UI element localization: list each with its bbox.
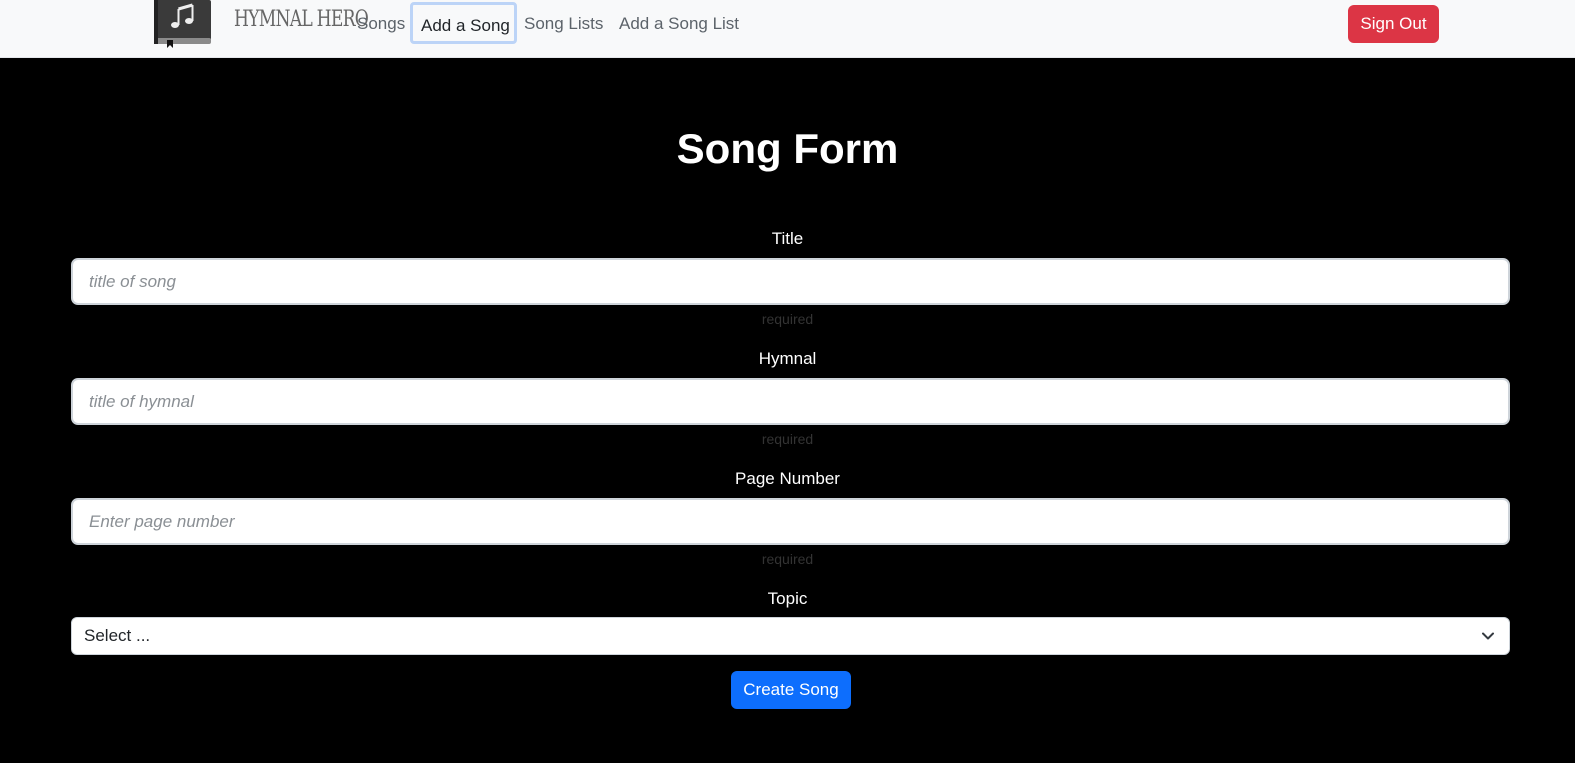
hymnal-label: Hymnal [758, 349, 817, 368]
page-number-input[interactable] [71, 498, 1510, 545]
page-number-label: Page Number [735, 469, 840, 488]
navbar: HYMNAL HERO Songs Add a Song Song Lists … [0, 0, 1575, 58]
nav-songs-link[interactable]: Songs [357, 0, 405, 48]
hymnal-input[interactable] [71, 378, 1510, 425]
brand-name[interactable]: HYMNAL HERO [234, 7, 369, 32]
topic-label: Topic [767, 589, 808, 608]
nav-song-lists-link[interactable]: Song Lists [524, 0, 603, 48]
hymnal-required-hint: required [761, 431, 814, 447]
sign-out-button[interactable]: Sign Out [1348, 5, 1439, 43]
title-required-hint: required [761, 311, 814, 327]
chevron-down-icon [1482, 632, 1494, 640]
topic-select-value: Select ... [84, 626, 151, 645]
hymnal-book-icon[interactable] [153, 0, 213, 48]
nav-add-song-link[interactable]: Add a Song [410, 2, 517, 44]
create-song-button[interactable]: Create Song [731, 671, 851, 709]
page-number-required-hint: required [761, 551, 814, 567]
title-input[interactable] [71, 258, 1510, 305]
nav-add-song-list-link[interactable]: Add a Song List [619, 0, 739, 48]
topic-select[interactable]: Select ... [71, 617, 1510, 655]
title-label: Title [771, 229, 804, 248]
page-title: Song Form [676, 125, 899, 172]
